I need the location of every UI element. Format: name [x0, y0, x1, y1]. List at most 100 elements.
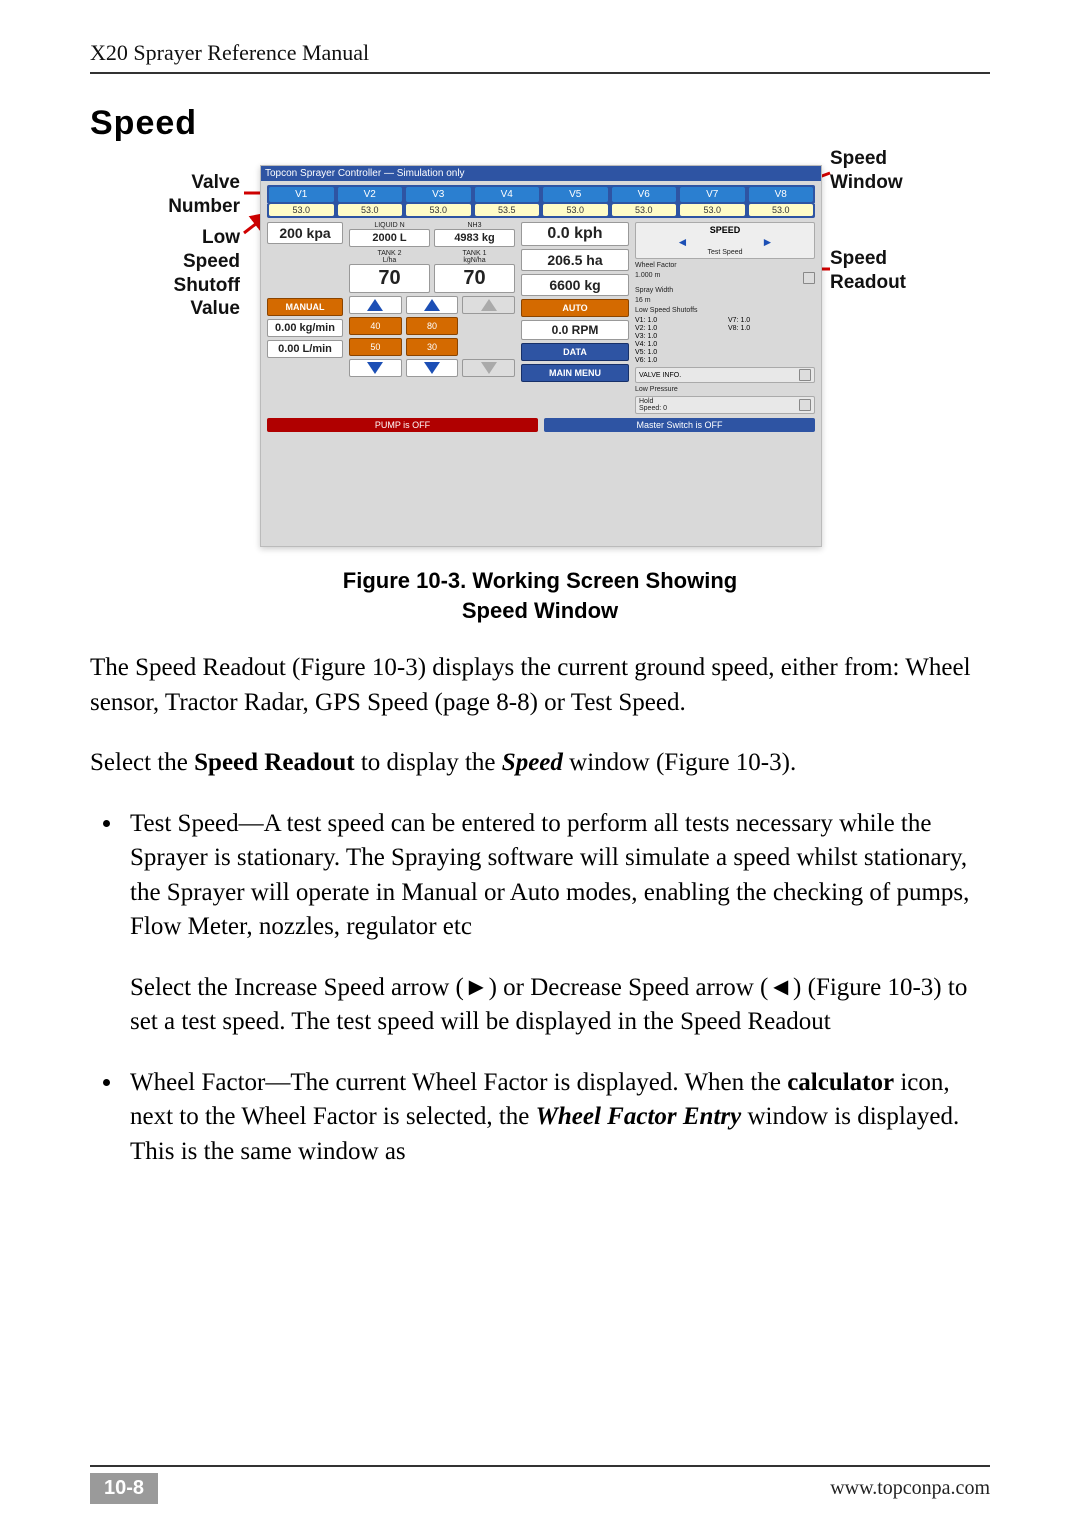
weight-readout[interactable]: 6600 kg [521, 274, 629, 296]
para2-pre: Select the [90, 749, 194, 776]
center-top-label-2: NH3 [434, 222, 515, 229]
preset-80[interactable]: 80 [406, 317, 459, 335]
para2-bold: Speed Readout [194, 749, 354, 776]
callout-speed-readout: Speed Readout [830, 247, 906, 295]
arrow-up-disabled-icon [462, 296, 515, 314]
wheel-factor-value: 1.000 m [635, 272, 660, 284]
arrow-down-disabled-icon [462, 359, 515, 377]
pump-status: PUMP is OFF [267, 418, 538, 432]
page-number: 10-8 [90, 1473, 158, 1504]
speed-panel-header: SPEED [640, 225, 810, 235]
valve-v7[interactable]: V7 [680, 187, 745, 202]
test-speed-label: Test Speed [640, 249, 810, 256]
valve-v6[interactable]: V6 [612, 187, 677, 202]
pressure-readout: 200 kpa [267, 222, 343, 244]
rpm-readout: 0.0 RPM [521, 320, 629, 340]
para2-italic: Speed [502, 749, 563, 776]
header-rule [90, 72, 990, 74]
valve-value: 53.0 [406, 204, 471, 216]
calculator-icon[interactable] [803, 272, 815, 284]
manual-button[interactable]: MANUAL [267, 298, 343, 316]
valve-v3[interactable]: V3 [406, 187, 471, 202]
tank-nh3: 4983 kg [434, 229, 515, 247]
tank-liquid-n: 2000 L [349, 229, 430, 247]
arrow-up-icon[interactable] [406, 296, 459, 314]
auto-button[interactable]: AUTO [521, 299, 629, 317]
valve-v4[interactable]: V4 [475, 187, 540, 202]
valve-info-label[interactable]: VALVE INFO. [639, 372, 681, 379]
shutoff-v5: V5: 1.0 [635, 349, 722, 356]
valve-value: 53.0 [269, 204, 334, 216]
valve-row: V1 V2 V3 V4 V5 V6 V7 V8 [267, 185, 815, 204]
preset-50[interactable]: 50 [349, 338, 402, 356]
valve-value: 53.0 [749, 204, 814, 216]
valve-value: 53.5 [475, 204, 540, 216]
figure-caption-line2: Speed Window [462, 598, 618, 623]
increase-speed-arrow-icon[interactable]: ► [762, 235, 774, 249]
speed0-label: Speed: 0 [639, 405, 667, 412]
shutoff-v7: V7: 1.0 [728, 317, 815, 324]
bullet1-sub: Select the Increase Speed arrow (►) or D… [130, 971, 990, 1040]
spray-width-label: Spray Width [635, 287, 815, 294]
para-1: The Speed Readout (Figure 10-3) displays… [90, 651, 990, 720]
shutoff-blank [728, 341, 815, 348]
valve-v1[interactable]: V1 [269, 187, 334, 202]
bullet-test-speed: Test Speed—A test speed can be entered t… [124, 807, 990, 1040]
figure-caption: Figure 10-3. Working Screen Showing Spee… [90, 566, 990, 625]
para-2: Select the Speed Readout to display the … [90, 746, 990, 781]
preset-30[interactable]: 30 [406, 338, 459, 356]
manual-title: X20 Sprayer Reference Manual [90, 40, 369, 66]
spray-width-value: 16 m [635, 297, 815, 304]
low-speed-shutoffs-label: Low Speed Shutoffs [635, 307, 815, 314]
valve-value: 53.0 [612, 204, 677, 216]
calculator-icon[interactable] [799, 399, 811, 411]
valve-value-row: 53.0 53.0 53.0 53.5 53.0 53.0 53.0 53.0 [267, 204, 815, 218]
area-readout[interactable]: 206.5 ha [521, 249, 629, 271]
speed-panel: SPEED ◄ ► Test Speed [635, 222, 815, 259]
running-head: X20 Sprayer Reference Manual [90, 40, 990, 66]
shutoff-blank [728, 349, 815, 356]
section-title: Speed [90, 104, 990, 143]
bullet2-pre: Wheel Factor—The current Wheel Factor is… [130, 1069, 787, 1096]
valve-value: 53.0 [338, 204, 403, 216]
tank2-rate[interactable]: 70 [349, 264, 430, 293]
callout-valve-number: Valve Number [120, 171, 240, 219]
preset-40[interactable]: 40 [349, 317, 402, 335]
shutoff-blank [728, 357, 815, 364]
tank1-rate[interactable]: 70 [434, 264, 515, 293]
arrow-down-icon[interactable] [406, 359, 459, 377]
valve-v2[interactable]: V2 [338, 187, 403, 202]
master-switch-status: Master Switch is OFF [544, 418, 815, 432]
bullet-wheel-factor: Wheel Factor—The current Wheel Factor is… [124, 1066, 990, 1170]
hold-label: Hold [639, 398, 667, 405]
low-pressure-label: Low Pressure [635, 386, 815, 393]
speed-readout[interactable]: 0.0 kph [521, 222, 629, 246]
calculator-icon[interactable] [799, 369, 811, 381]
bullet2-italic: Wheel Factor Entry [536, 1103, 742, 1130]
arrow-down-icon[interactable] [349, 359, 402, 377]
center-top-label-1: LIQUID N [349, 222, 430, 229]
bullet2-bold: calculator [787, 1069, 894, 1096]
bullet1-main: Test Speed—A test speed can be entered t… [130, 810, 969, 941]
shutoff-v3: V3: 1.0 [635, 333, 722, 340]
shutoff-v4: V4: 1.0 [635, 341, 722, 348]
callout-speed-window: Speed Window [830, 147, 903, 195]
valve-value: 53.0 [543, 204, 608, 216]
valve-v5[interactable]: V5 [543, 187, 608, 202]
decrease-speed-arrow-icon[interactable]: ◄ [677, 235, 689, 249]
rate-l-min: 0.00 L/min [267, 340, 343, 358]
tank2-label: TANK 2 L/ha [349, 250, 430, 264]
valve-v8[interactable]: V8 [749, 187, 814, 202]
low-speed-shutoffs-grid: V1: 1.0 V7: 1.0 V2: 1.0 V8: 1.0 V3: 1.0 … [635, 317, 815, 364]
arrow-up-icon[interactable] [349, 296, 402, 314]
shutoff-blank [728, 333, 815, 340]
tank1-label: TANK 1 kgN/ha [434, 250, 515, 264]
shutoff-v2: V2: 1.0 [635, 325, 722, 332]
bullet-list: Test Speed—A test speed can be entered t… [124, 807, 990, 1170]
main-menu-button[interactable]: MAIN MENU [521, 364, 629, 382]
callout-low-speed-shutoff: Low Speed Shutoff Value [120, 226, 240, 321]
valve-value: 53.0 [680, 204, 745, 216]
wheel-factor-label: Wheel Factor [635, 262, 815, 269]
shutoff-v6: V6: 1.0 [635, 357, 722, 364]
data-button[interactable]: DATA [521, 343, 629, 361]
